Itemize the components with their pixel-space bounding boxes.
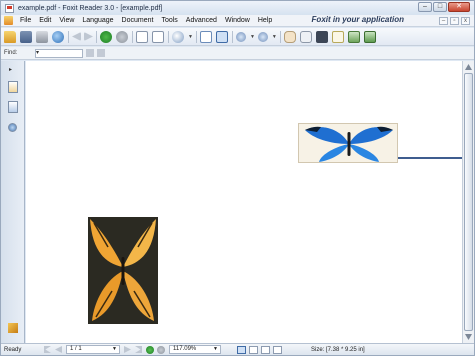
go-forward-icon[interactable] [100,30,112,43]
menu-advanced[interactable]: Advanced [182,17,221,24]
first-page-icon[interactable] [44,346,51,353]
previous-page-icon[interactable] [72,32,81,41]
stop-icon[interactable] [157,345,165,354]
toolbar-separator [231,30,233,43]
page-number-field[interactable]: 1 / 1 ▼ [66,345,120,354]
signature-icon[interactable] [8,323,18,333]
main-toolbar: ▼ ▼ ▼ [1,28,474,46]
menu-edit[interactable]: Edit [35,17,55,24]
zoom-dropdown-icon[interactable]: ▼ [188,34,193,40]
single-page-view-icon[interactable] [237,345,246,354]
next-page-icon[interactable] [124,346,131,353]
chevron-down-icon[interactable]: ▼ [112,346,117,353]
rotate-right-icon[interactable] [152,30,164,43]
toolbar-separator [168,30,169,43]
title-bar: example.pdf - Foxit Reader 3.0 - [exampl… [1,1,474,15]
status-bar: Ready 1 / 1 ▼ 117.09% ▼ Size: [7.38 * 9.… [1,343,474,355]
zoom-out-dropdown-icon[interactable]: ▼ [250,34,255,40]
maximize-button[interactable]: □ [433,2,447,12]
doc-restore-button[interactable]: ▫ [450,17,459,25]
menu-window[interactable]: Window [221,17,254,24]
go-icon[interactable] [146,345,154,354]
menu-file[interactable]: File [16,17,35,24]
next-page-icon[interactable] [84,32,93,41]
glasses-icon[interactable] [299,30,312,43]
window-controls: – □ ✕ [418,2,470,12]
find-bar: Find: ▾ [1,47,474,60]
toolbar-separator [132,30,133,43]
prev-page-icon[interactable] [55,346,62,353]
bookmarks-icon[interactable] [8,81,18,93]
scroll-thumb[interactable] [464,73,473,331]
menu-help[interactable]: Help [254,17,276,24]
find-options-dropdown-icon[interactable]: ▾ [36,49,39,56]
orange-butterfly-image [88,217,158,324]
status-text: Ready [4,346,22,353]
zoom-in-dropdown-icon[interactable]: ▼ [272,34,277,40]
zoom-in-icon[interactable] [257,31,268,42]
zoom-out-icon[interactable] [235,31,246,42]
pin-icon[interactable]: ▸ [9,66,12,73]
fit-width-icon[interactable] [215,30,228,43]
menu-tools[interactable]: Tools [157,17,181,24]
zoom-icon[interactable] [172,30,184,43]
doc-minimize-button[interactable]: – [439,17,448,25]
fit-page-icon[interactable] [199,30,212,43]
zoom-value: 117.09% [173,346,197,352]
find-input[interactable] [35,48,84,58]
vertical-scrollbar[interactable] [462,61,474,343]
last-page-icon[interactable] [135,346,142,353]
find-icon[interactable] [315,30,328,43]
menu-language[interactable]: Language [78,17,117,24]
scroll-down-icon[interactable] [465,334,472,340]
save-icon[interactable] [20,30,32,43]
scroll-up-icon[interactable] [465,64,472,70]
navigation-panel: ▸ [1,61,25,343]
menu-view[interactable]: View [55,17,78,24]
window-title: example.pdf - Foxit Reader 3.0 - [exampl… [18,4,163,12]
image-icon[interactable] [347,30,360,43]
minimize-button[interactable]: – [418,2,432,12]
pages-icon[interactable] [8,101,18,113]
toolbar-separator [68,30,69,43]
doc-close-button[interactable]: x [461,17,470,25]
zoom-field[interactable]: 117.09% ▼ [169,345,221,354]
open-folder-icon[interactable] [4,30,16,43]
page-number-value: 1 / 1 [70,346,82,352]
toolbar-separator [279,30,281,43]
rotate-left-icon[interactable] [136,30,148,43]
find-label: Find: [4,50,18,56]
text-tool-icon[interactable] [331,30,344,43]
find-next-icon[interactable] [97,49,106,57]
close-button[interactable]: ✕ [448,2,470,12]
toolbar-separator [195,30,197,43]
print-icon[interactable] [36,30,48,43]
hand-tool-icon[interactable] [283,30,296,43]
menu-bar: File Edit View Language Document Tools A… [1,15,474,27]
foxit-logo-icon [4,16,13,25]
foxit-reader-window: example.pdf - Foxit Reader 3.0 - [exampl… [0,0,475,356]
facing-view-icon[interactable] [261,345,270,354]
chevron-down-icon[interactable]: ▼ [213,346,218,353]
document-window-controls: – ▫ x [439,17,470,25]
continuous-view-icon[interactable] [249,345,258,354]
snapshot-icon[interactable] [363,30,376,43]
stop-icon[interactable] [116,30,128,43]
layers-icon[interactable] [8,123,17,132]
continuous-facing-view-icon[interactable] [273,345,282,354]
menu-document[interactable]: Document [118,17,158,24]
find-previous-icon[interactable] [86,49,95,57]
email-icon[interactable] [52,30,64,43]
annotation-link-line [398,157,462,159]
toolbar-separator [96,30,97,43]
page-size-text: Size: [7.38 * 9.25 in] [311,346,365,353]
pdf-app-icon [5,3,14,13]
brand-banner[interactable]: Foxit in your application [312,15,404,24]
document-page[interactable] [26,61,462,343]
blue-butterfly-image [298,123,398,163]
